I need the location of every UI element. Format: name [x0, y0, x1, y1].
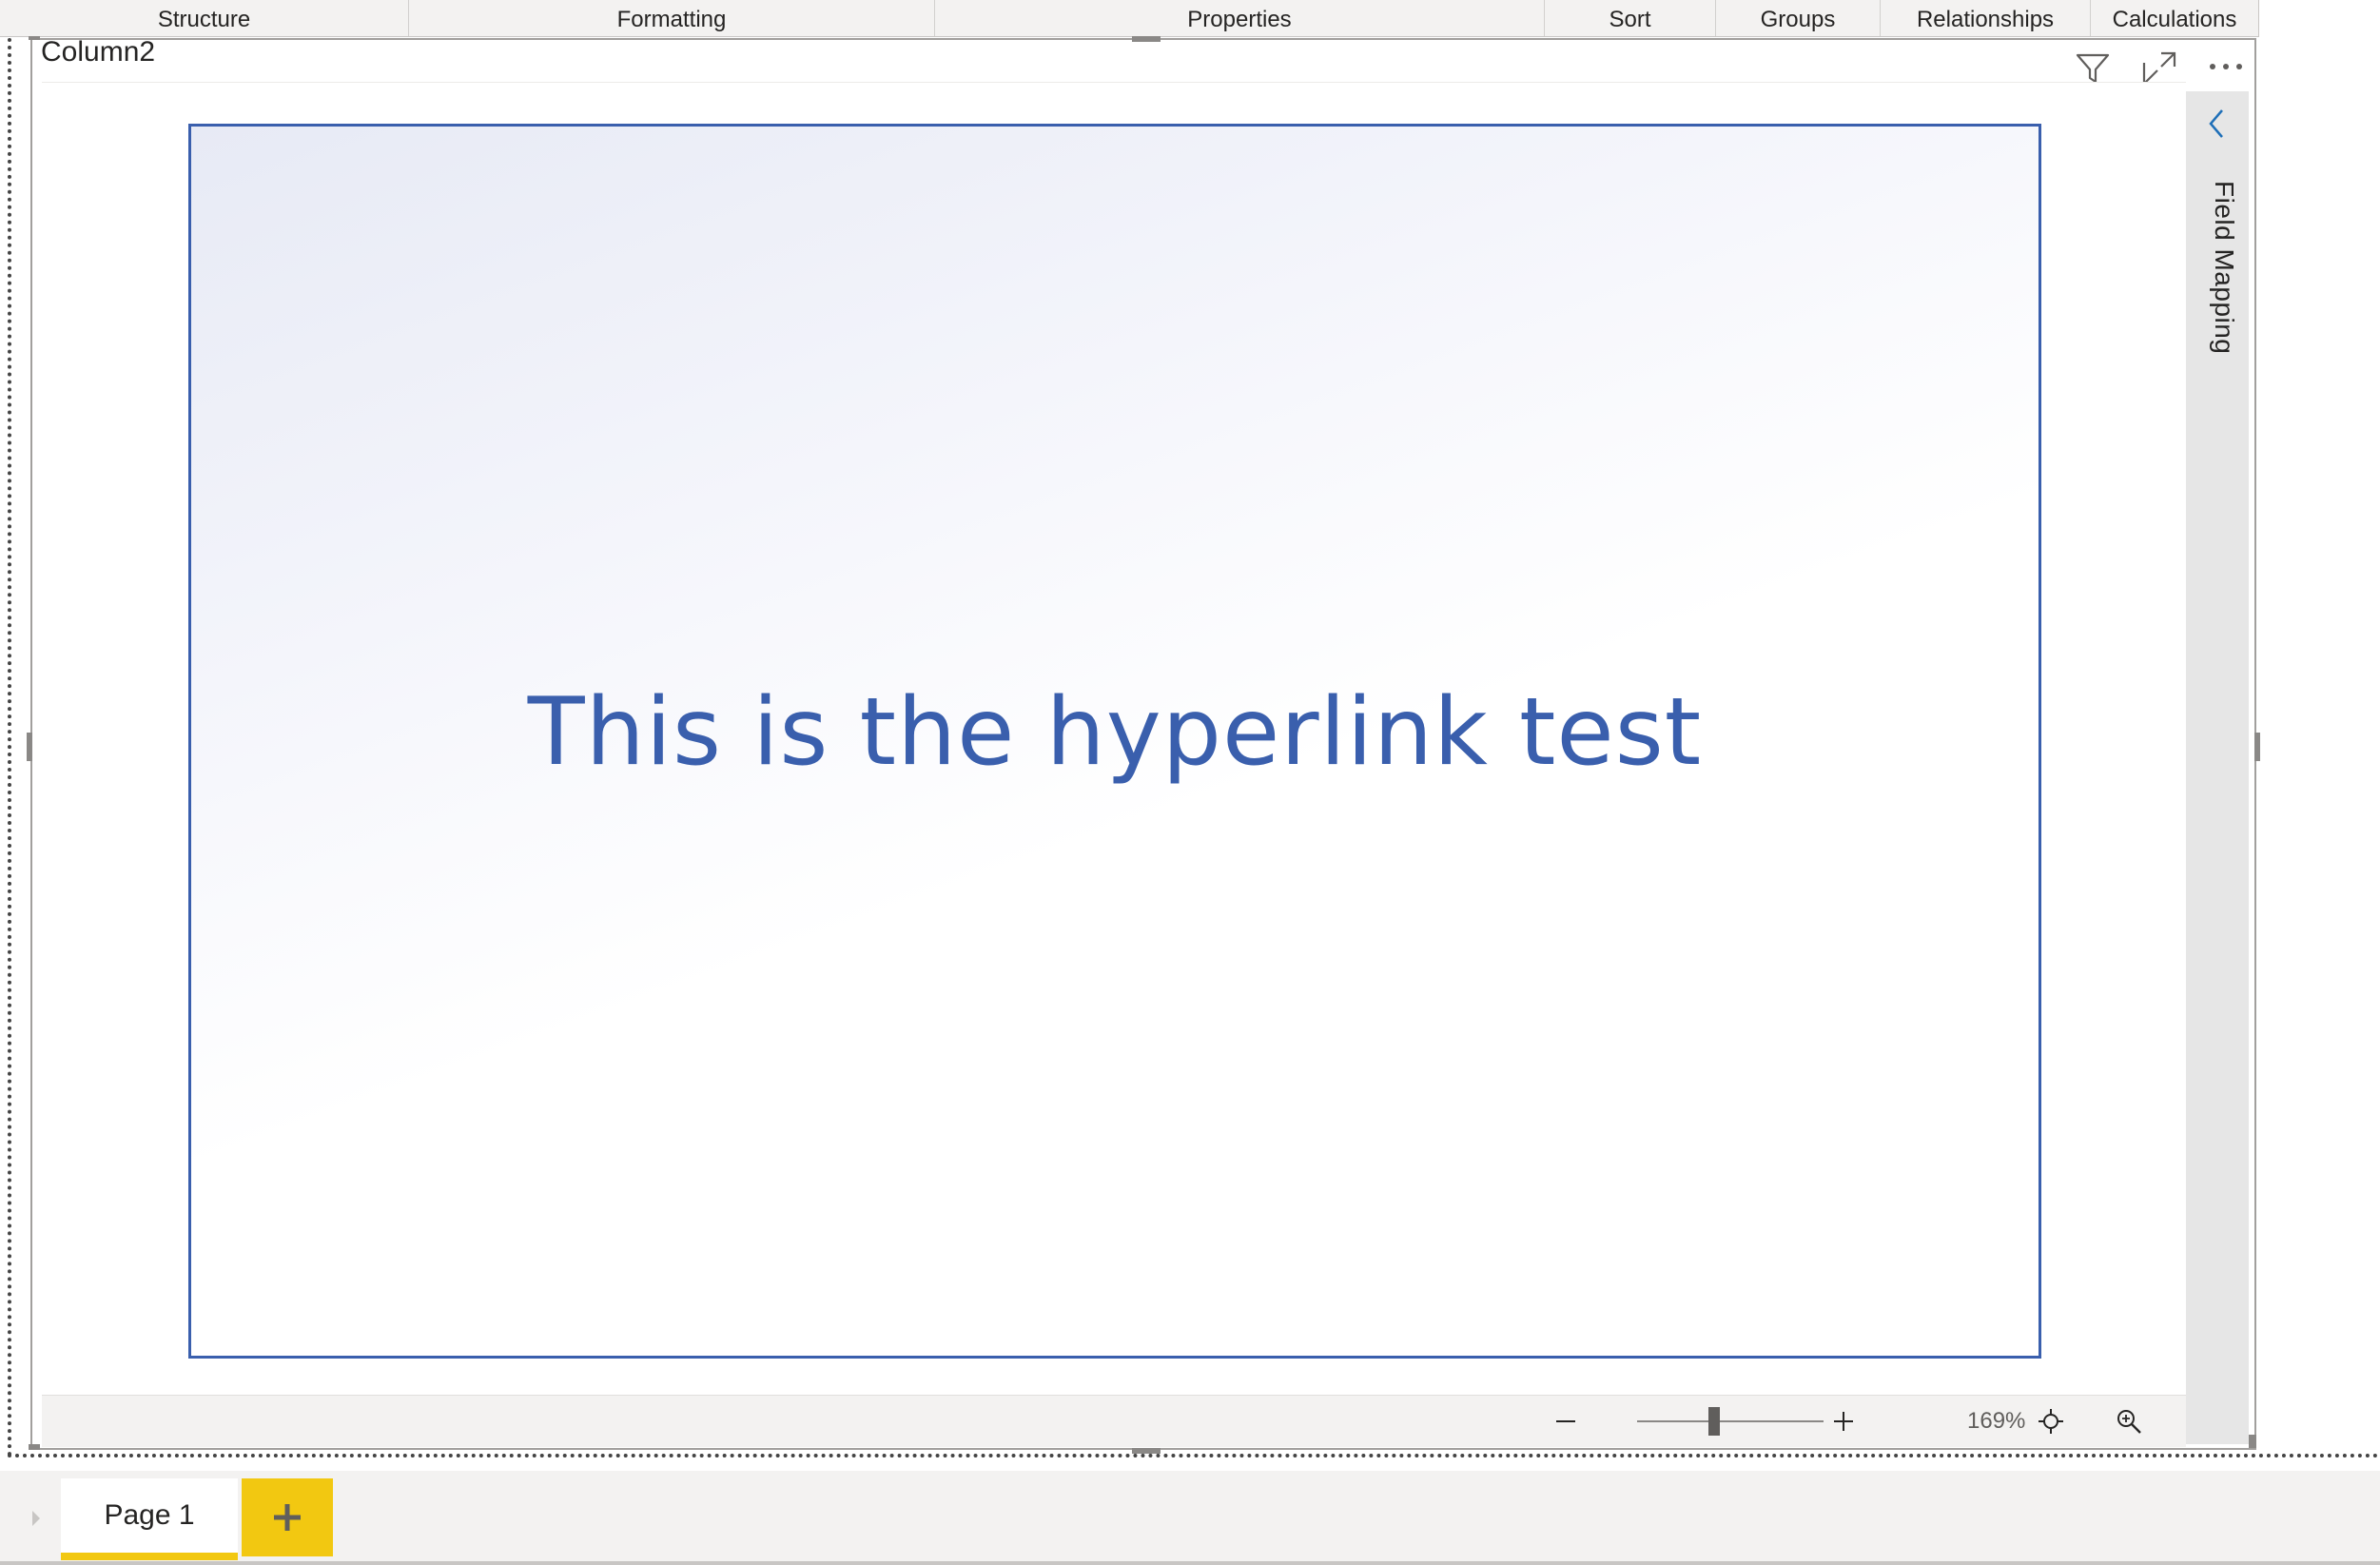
- ribbon-group-sort: Sort: [1545, 0, 1716, 36]
- fit-to-page-icon-glyph: [2039, 1409, 2063, 1434]
- chevron-left-icon[interactable]: [2201, 105, 2234, 143]
- hyperlink-text[interactable]: This is the hyperlink test: [528, 678, 1702, 787]
- ribbon-group-structure: Structure: [0, 0, 409, 36]
- resize-handle-left[interactable]: [27, 733, 32, 761]
- zoom-slider-track[interactable]: [1637, 1420, 1824, 1422]
- add-page-button[interactable]: [242, 1478, 333, 1556]
- plus-icon-glyph: [1834, 1412, 1853, 1431]
- resize-handle-bottom[interactable]: [1132, 1448, 1161, 1454]
- plus-icon: [274, 1504, 301, 1531]
- minus-icon-glyph: [1556, 1420, 1575, 1422]
- resize-handle-bottom-right[interactable]: [2249, 1435, 2256, 1448]
- resize-handle-bottom-left[interactable]: [29, 1444, 40, 1450]
- zoom-magnifier-icon[interactable]: [2108, 1396, 2150, 1447]
- ribbon-group-calculations: Calculations: [2091, 0, 2259, 36]
- visual-title: Column2: [41, 36, 156, 68]
- ribbon-group-formatting: Formatting: [409, 0, 935, 36]
- hyperlink-card[interactable]: This is the hyperlink test: [188, 124, 2041, 1359]
- tab-nav-arrow-icon-glyph: [32, 1511, 40, 1526]
- zoom-magnifier-icon-glyph: [2117, 1410, 2141, 1434]
- plus-icon[interactable]: [1824, 1396, 1863, 1447]
- ribbon-group-relationships: Relationships: [1881, 0, 2091, 36]
- page-tabs-bar: Page 1: [0, 1471, 2380, 1565]
- more-options-icon[interactable]: [2205, 46, 2247, 88]
- field-mapping-label[interactable]: Field Mapping: [2192, 181, 2239, 466]
- ribbon-group-properties: Properties: [935, 0, 1545, 36]
- resize-handle-right[interactable]: [2254, 733, 2260, 761]
- bottom-divider: [0, 1561, 2380, 1565]
- zoom-level: 169%: [1967, 1408, 2026, 1434]
- more-options-icon-glyph: [2210, 64, 2242, 69]
- fit-to-page-icon[interactable]: [2030, 1396, 2072, 1447]
- chevron-left-icon-glyph: [2209, 109, 2223, 138]
- minus-icon[interactable]: [1547, 1396, 1585, 1447]
- zoom-slider-thumb[interactable]: [1708, 1407, 1720, 1436]
- resize-handle-top-left[interactable]: [29, 36, 40, 40]
- page-tab-page-1[interactable]: Page 1: [61, 1478, 238, 1560]
- ribbon-group-labels: Structure Formatting Properties Sort Gro…: [0, 0, 2259, 37]
- tab-nav-arrow-icon[interactable]: [27, 1499, 46, 1537]
- resize-handle-top[interactable]: [1132, 36, 1161, 42]
- zoom-bar: 169%: [42, 1395, 2186, 1447]
- ribbon-group-groups: Groups: [1716, 0, 1881, 36]
